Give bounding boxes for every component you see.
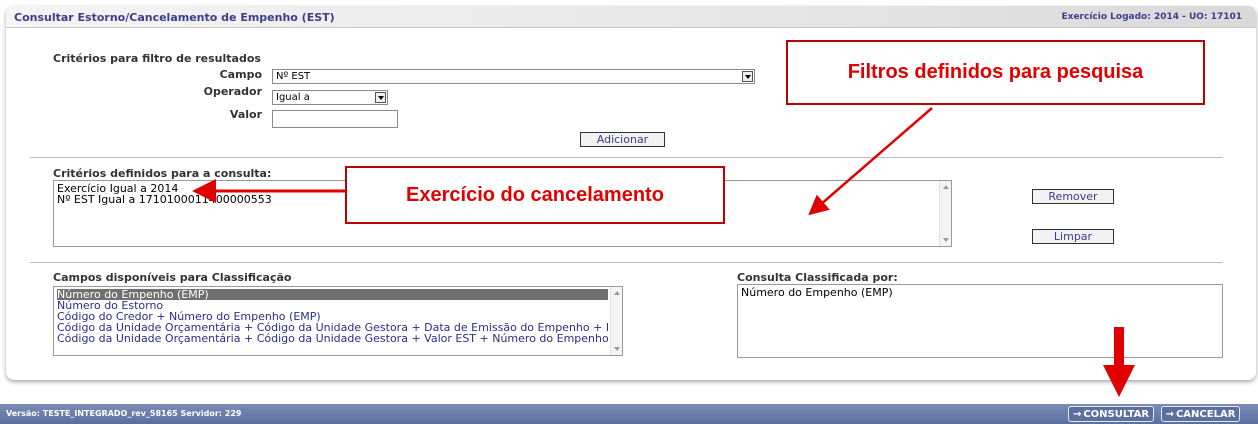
sorted-by-label: Consulta Classificada por: [737, 271, 898, 284]
operador-label: Operador [203, 85, 262, 98]
arrow-right-icon: → [1165, 408, 1174, 420]
divider [30, 262, 1223, 263]
consultar-button-label: CONSULTAR [1083, 408, 1150, 420]
available-field-item[interactable]: Código da Unidade Orçamentária + Código … [57, 333, 608, 344]
campo-select[interactable]: Nº EST [272, 69, 755, 84]
criteria-scrollbar[interactable] [939, 181, 951, 246]
criteria-section-label: Critérios definidos para a consulta: [53, 167, 272, 180]
filters-callout: Filtros definidos para pesquisa [786, 40, 1205, 105]
available-fields-scrollbar[interactable] [610, 287, 622, 355]
sorted-by-list[interactable]: Número do Empenho (EMP) [737, 284, 1223, 358]
operador-select[interactable]: Igual a [272, 90, 388, 105]
available-field-item[interactable]: Código da Unidade Orçamentária + Código … [57, 322, 608, 333]
valor-label: Valor [229, 108, 262, 121]
status-footer: Versão: TESTE_INTEGRADO_rev_58165 Servid… [0, 404, 1258, 424]
chevron-down-icon[interactable] [742, 71, 753, 82]
campo-select-value: Nº EST [276, 71, 311, 82]
cancelar-button[interactable]: → CANCELAR [1161, 406, 1240, 422]
exercise-info: Exercício Logado: 2014 - UO: 17101 [1061, 12, 1243, 22]
campo-label: Campo [219, 68, 262, 81]
available-field-item[interactable]: Número do Empenho (EMP) [57, 289, 608, 300]
available-fields-label: Campos disponíveis para Classificação [53, 271, 292, 284]
available-field-item[interactable]: Código do Credor + Número do Empenho (EM… [57, 311, 608, 322]
version-info: Versão: TESTE_INTEGRADO_rev_58165 Servid… [6, 409, 242, 418]
valor-input[interactable] [272, 110, 398, 128]
sorted-by-item[interactable]: Número do Empenho (EMP) [741, 287, 1219, 298]
page: Consultar Estorno/Cancelamento de Empenh… [0, 0, 1258, 424]
add-button[interactable]: Adicionar [580, 132, 665, 147]
consultar-button[interactable]: → CONSULTAR [1068, 406, 1154, 422]
filter-section-label: Critérios para filtro de resultados [53, 52, 261, 65]
arrow-right-icon: → [1072, 408, 1082, 420]
page-title: Consultar Estorno/Cancelamento de Empenh… [14, 11, 335, 24]
panel-titlebar: Consultar Estorno/Cancelamento de Empenh… [6, 6, 1256, 28]
remove-button[interactable]: Remover [1032, 189, 1114, 204]
operador-select-value: Igual a [276, 92, 310, 103]
clear-button[interactable]: Limpar [1032, 229, 1114, 244]
available-field-item[interactable]: Número do Estorno [57, 300, 608, 311]
available-fields-list[interactable]: Número do Empenho (EMP) Número do Estorn… [53, 286, 623, 356]
exercise-callout: Exercício do cancelamento [345, 166, 725, 224]
divider [30, 157, 1223, 158]
cancelar-button-label: CANCELAR [1175, 408, 1236, 420]
chevron-down-icon[interactable] [375, 92, 386, 103]
